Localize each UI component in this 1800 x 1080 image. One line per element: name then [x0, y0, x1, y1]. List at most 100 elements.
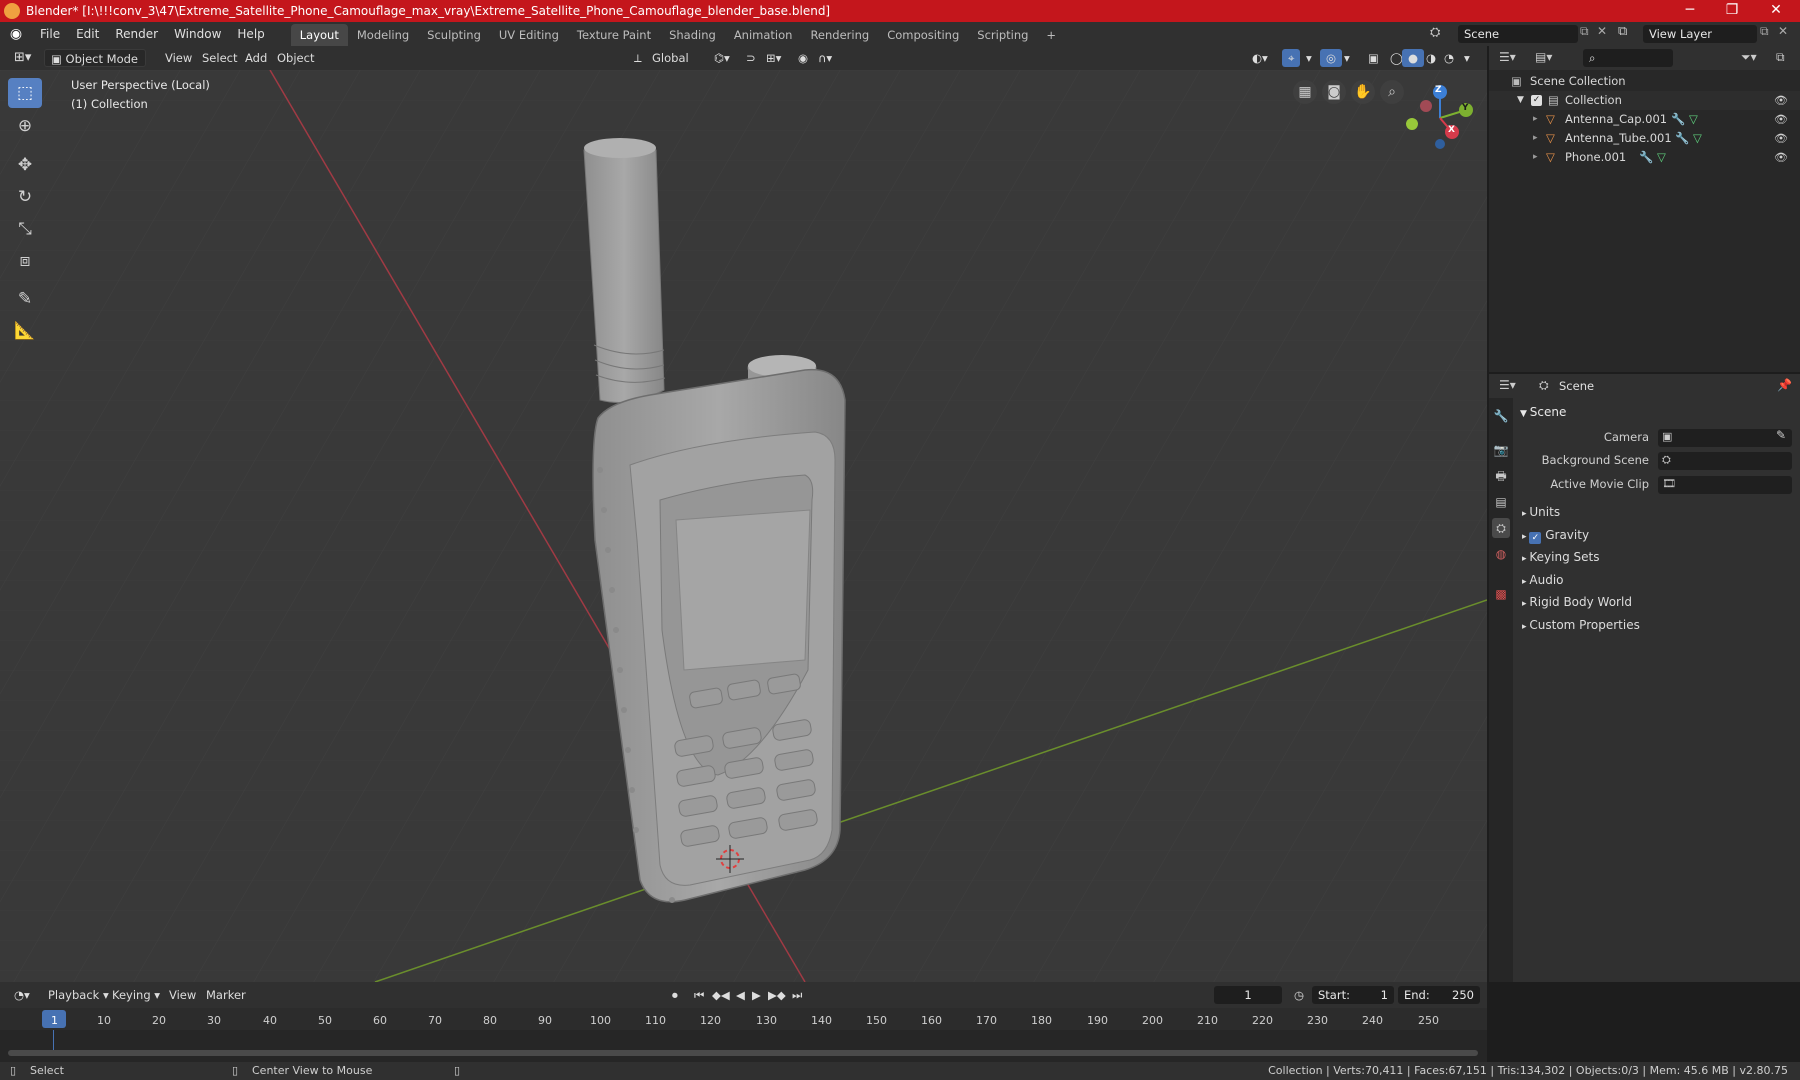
new-view-layer-icon[interactable]: ⧉ [1760, 24, 1769, 39]
tab-view-layer-icon[interactable]: ▤ [1492, 492, 1510, 512]
falloff-icon[interactable]: ∩▾ [812, 49, 838, 67]
tab-compositing[interactable]: Compositing [878, 24, 968, 46]
zoom-icon[interactable]: ⌕ [1380, 80, 1404, 104]
menu-timeline-view[interactable]: View [163, 986, 202, 1004]
transform-orientation-icon[interactable]: ⟂ [628, 49, 648, 67]
gravity-checkbox[interactable]: ✓ [1529, 532, 1542, 544]
section-custom-properties[interactable]: ▸ Custom Properties [1522, 614, 1790, 636]
background-scene-field[interactable]: ⛭ [1658, 452, 1792, 470]
outliner-row-scene-collection[interactable]: ▣ Scene Collection [1489, 72, 1800, 91]
view-layer-selector[interactable]: View Layer [1643, 25, 1757, 43]
snap-target-icon[interactable]: ⊞▾ [760, 49, 787, 67]
rendered-shading-icon[interactable]: ◔ [1438, 49, 1460, 67]
section-keying-sets[interactable]: ▸ Keying Sets [1522, 546, 1790, 568]
outliner-search-input[interactable]: ⌕ [1583, 49, 1673, 67]
close-button[interactable]: ✕ [1756, 0, 1796, 22]
tab-texture-paint[interactable]: Texture Paint [568, 24, 660, 46]
move-tool-icon[interactable]: ✥ [8, 150, 42, 180]
maximize-button[interactable]: ❐ [1712, 0, 1752, 22]
view-layer-icon[interactable]: ⧉ [1618, 24, 1627, 39]
modifier-wrench-icon[interactable]: 🔧 [1671, 110, 1685, 129]
scene-panel-header[interactable]: ▼ Scene [1520, 401, 1790, 423]
tab-scripting[interactable]: Scripting [968, 24, 1037, 46]
menu-render[interactable]: Render [107, 22, 166, 46]
shading-dropdown-icon[interactable]: ▾ [1458, 49, 1476, 67]
section-audio[interactable]: ▸ Audio [1522, 569, 1790, 591]
object-visibility-icon[interactable]: 👁 [1774, 129, 1788, 148]
expand-object-icon[interactable]: ▸ [1533, 129, 1538, 148]
eyedropper-icon[interactable]: ✎ [1776, 428, 1786, 442]
scene-selector[interactable]: Scene [1458, 25, 1578, 43]
editor-type-icon[interactable]: ⊞▾ [8, 49, 37, 67]
tab-shading[interactable]: Shading [660, 24, 725, 46]
expand-collection-icon[interactable]: ▼ [1517, 91, 1524, 110]
modifier-wrench-icon[interactable]: 🔧 [1639, 148, 1653, 167]
filter-icon[interactable]: ⏷▾ [1741, 50, 1757, 65]
menu-keying[interactable]: Keying ▾ [106, 986, 166, 1004]
timeline-body[interactable]: 1 10 20 30 40 50 60 70 80 90 100 110 120… [0, 1008, 1487, 1062]
preview-range-icon[interactable]: ◷ [1288, 986, 1310, 1004]
select-box-tool-icon[interactable]: ⬚ [8, 78, 42, 108]
gizmo-toggle-icon[interactable]: ⌖ [1282, 49, 1301, 67]
pivot-point-icon[interactable]: ⌬▾ [708, 49, 736, 67]
display-mode-icon[interactable]: ▤▾ [1535, 50, 1552, 64]
jump-end-icon[interactable]: ⏭ [786, 986, 808, 1004]
expand-object-icon[interactable]: ▸ [1533, 110, 1538, 129]
delete-scene-icon[interactable]: ✕ [1597, 24, 1607, 38]
pan-hand-icon[interactable]: ✋ [1351, 80, 1375, 104]
annotate-tool-icon[interactable]: ✎ [8, 284, 42, 314]
measure-tool-icon[interactable]: 📐 [8, 316, 42, 346]
end-frame-field[interactable]: End: 250 [1398, 986, 1480, 1004]
properties-editor-type-icon[interactable]: ☰▾ [1499, 378, 1516, 392]
tab-texture-icon[interactable]: ▩ [1492, 584, 1510, 604]
overlays-dropdown-icon[interactable]: ▾ [1338, 49, 1356, 67]
tab-world-icon[interactable]: ◍ [1492, 544, 1510, 564]
tab-scene-icon[interactable]: ⛭ [1492, 518, 1510, 538]
timeline-editor-type-icon[interactable]: ◔▾ [8, 986, 36, 1004]
modifier-wrench-icon[interactable]: 🔧 [1675, 129, 1689, 148]
outliner-row-object[interactable]: ▸ ▽ Antenna_Tube.001 🔧 ▽ 👁 [1489, 129, 1800, 148]
proportional-edit-icon[interactable]: ◉ [792, 49, 814, 67]
3d-viewport[interactable]: Z Y X User Perspective (Local) (1) Colle… [0, 70, 1487, 982]
xray-icon[interactable]: ▣ [1362, 49, 1385, 67]
section-units[interactable]: ▸ Units [1522, 501, 1790, 523]
outliner-row-object[interactable]: ▸ ▽ Antenna_Cap.001 🔧 ▽ 👁 [1489, 110, 1800, 129]
tab-tool-icon[interactable]: 🔧 [1492, 406, 1510, 426]
active-movie-clip-field[interactable]: 🎞 [1658, 476, 1792, 494]
scale-tool-icon[interactable]: ⤡ [8, 214, 42, 244]
tab-modeling[interactable]: Modeling [348, 24, 418, 46]
mode-selector[interactable]: ▣ Object Mode ▾ [44, 49, 146, 84]
scene-browse-icon[interactable]: ⛭ [1430, 25, 1440, 40]
expand-object-icon[interactable]: ▸ [1533, 148, 1538, 167]
rotate-tool-icon[interactable]: ↻ [8, 182, 42, 212]
gizmo-dropdown-icon[interactable]: ▾ [1300, 49, 1318, 67]
tab-layout[interactable]: Layout [290, 24, 348, 46]
add-workspace-button[interactable]: + [1037, 24, 1065, 46]
menu-object[interactable]: Object [271, 49, 320, 67]
transform-orientation-selector[interactable]: Global ▾ [646, 49, 702, 83]
outliner-row-collection[interactable]: ▼ ✓ ▤ Collection 👁 [1489, 91, 1800, 110]
blender-menu-icon[interactable]: ◉ [0, 26, 32, 42]
menu-add[interactable]: Add [239, 49, 273, 67]
tab-rendering[interactable]: Rendering [801, 24, 878, 46]
timeline-scrollbar[interactable] [8, 1050, 1478, 1056]
menu-file[interactable]: File [32, 22, 68, 46]
object-visibility-icon[interactable]: 👁 [1774, 110, 1788, 129]
cursor-tool-icon[interactable]: ⊕ [8, 111, 42, 141]
menu-marker[interactable]: Marker [200, 986, 252, 1004]
record-icon[interactable]: ⏺ [666, 986, 684, 1004]
menu-window[interactable]: Window [166, 22, 229, 46]
mesh-data-icon[interactable]: ▽ [1693, 129, 1702, 148]
snap-icon[interactable]: ⊃ [740, 49, 762, 67]
visibility-icon[interactable]: ◐▾ [1246, 49, 1274, 67]
object-visibility-icon[interactable]: 👁 [1774, 148, 1788, 167]
outliner-editor-type-icon[interactable]: ☰▾ [1499, 50, 1516, 64]
delete-view-layer-icon[interactable]: ✕ [1778, 24, 1788, 38]
menu-view[interactable]: View [159, 49, 198, 67]
pin-icon[interactable]: 📌 [1777, 378, 1792, 392]
current-frame-field[interactable]: 1 [1214, 986, 1282, 1004]
collection-checkbox[interactable]: ✓ [1531, 95, 1542, 106]
start-frame-field[interactable]: Start: 1 [1312, 986, 1394, 1004]
tab-sculpting[interactable]: Sculpting [418, 24, 490, 46]
tab-animation[interactable]: Animation [725, 24, 802, 46]
